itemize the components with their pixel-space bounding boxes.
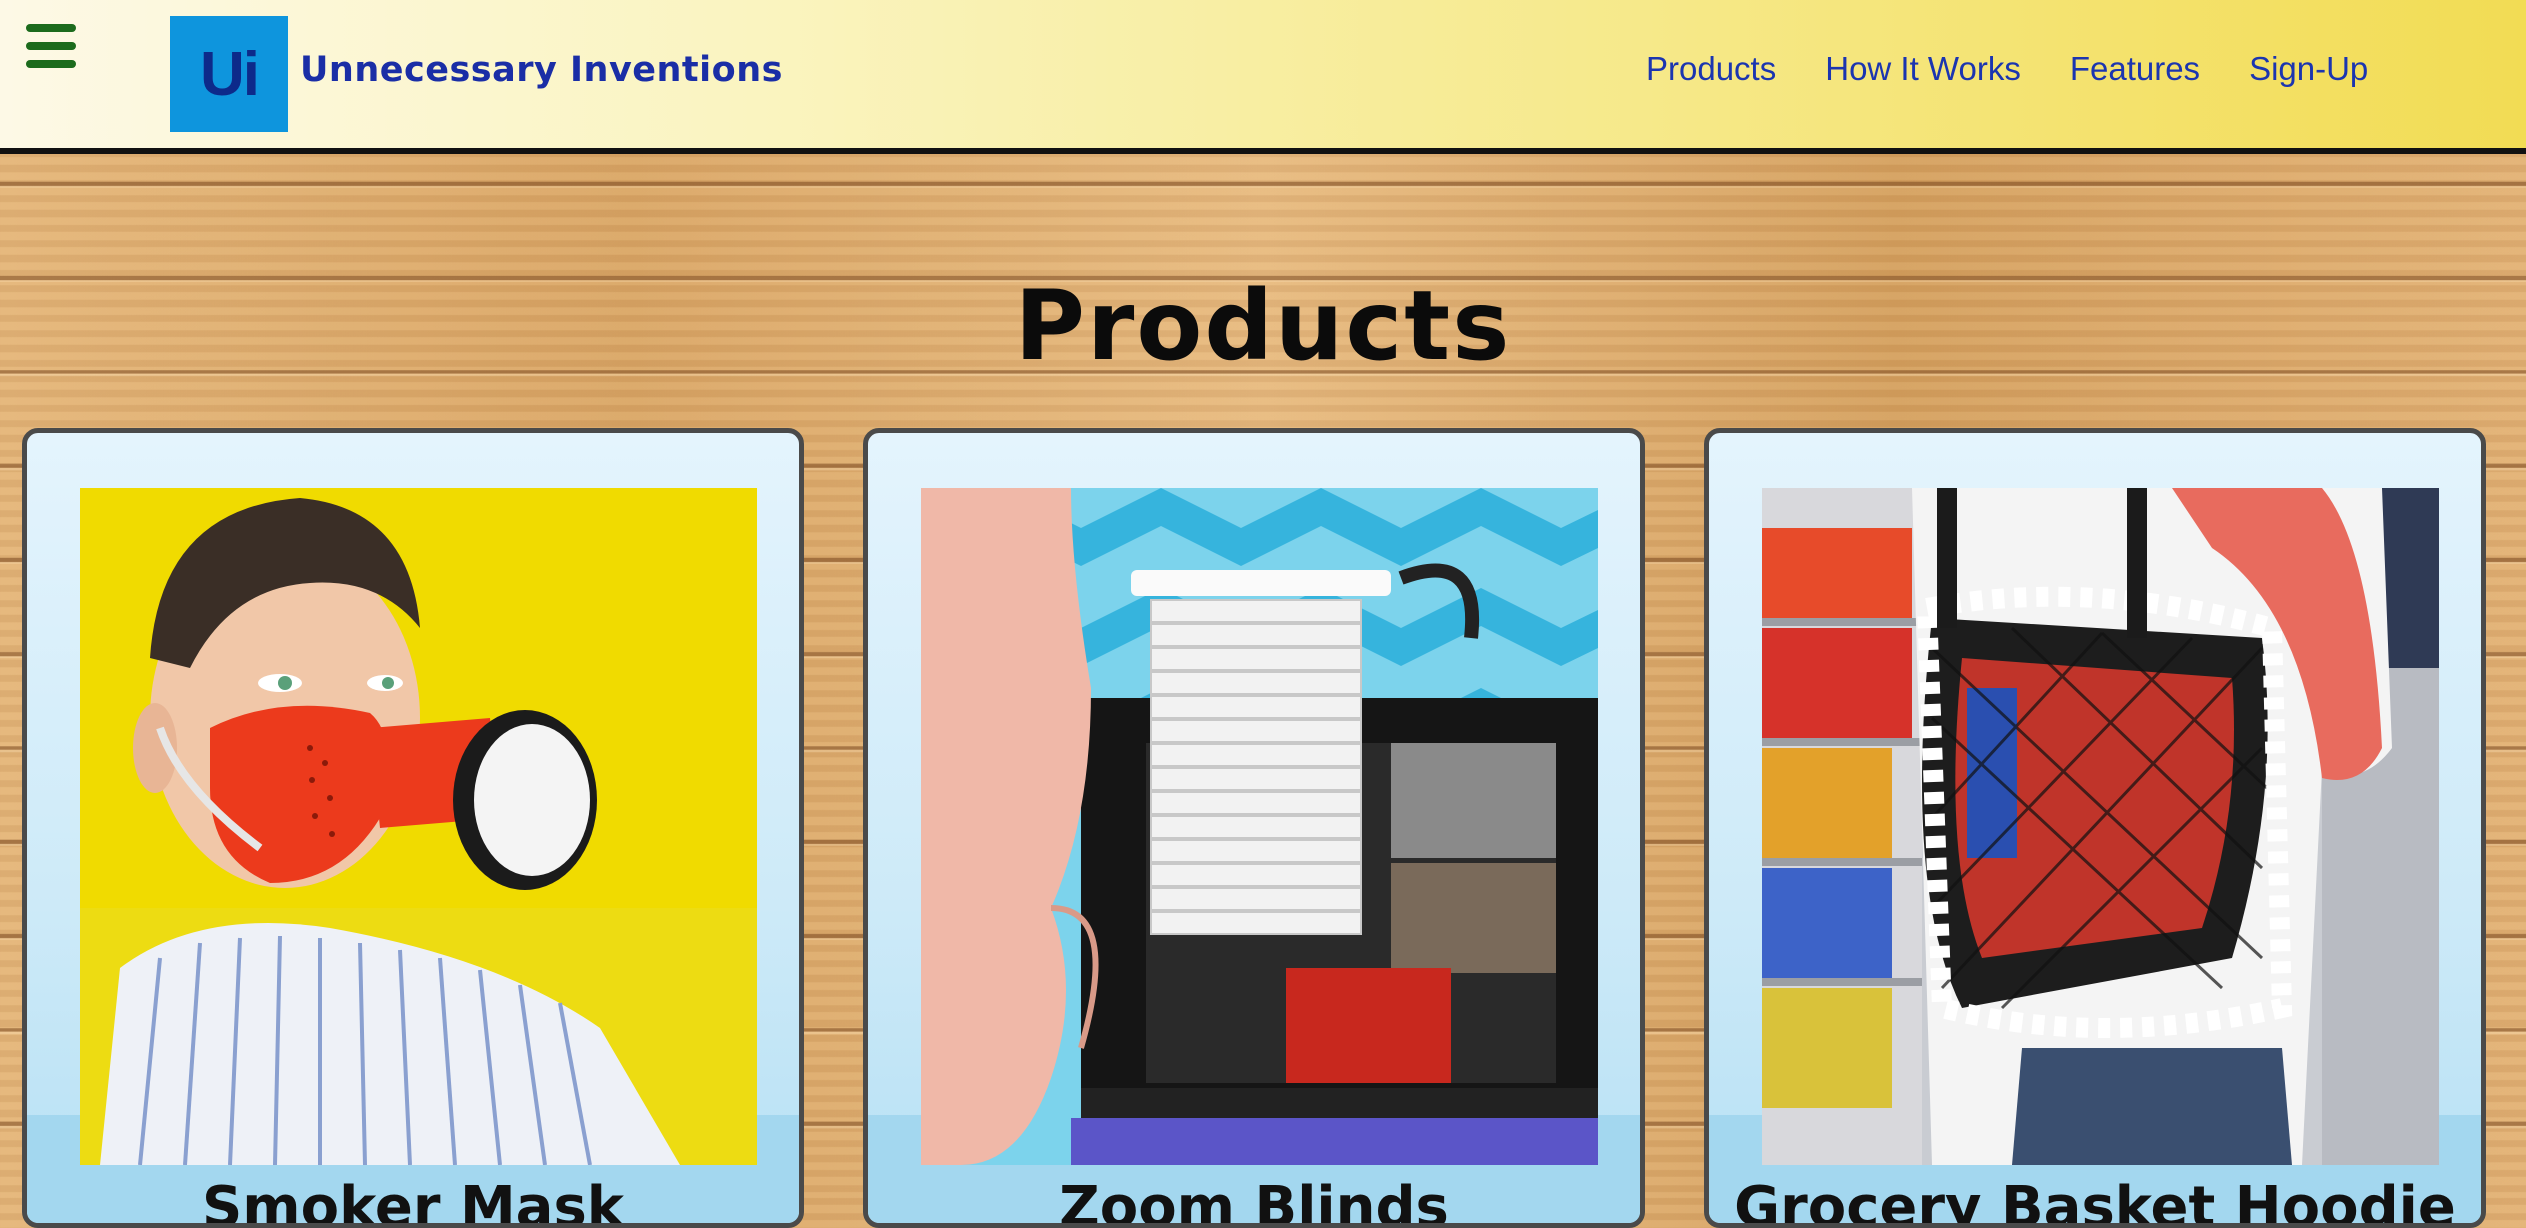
brand-name[interactable]: Unnecessary Inventions — [300, 50, 783, 90]
nav-link-sign-up[interactable]: Sign-Up — [2249, 50, 2368, 88]
product-card-grocery-basket-hoodie[interactable]: Grocery Basket Hoodie — [1704, 428, 2486, 1228]
main-nav: Products How It Works Features Sign-Up — [1646, 50, 2417, 88]
product-card-zoom-blinds[interactable]: Zoom Blinds — [863, 428, 1645, 1228]
product-image-zoom-blinds[interactable] — [921, 488, 1598, 1165]
nav-link-features[interactable]: Features — [2070, 50, 2200, 88]
product-image-smoker-mask[interactable] — [80, 488, 757, 1165]
hamburger-menu-icon[interactable] — [26, 24, 76, 68]
nav-link-products[interactable]: Products — [1646, 50, 1776, 88]
product-title: Smoker Mask — [201, 1175, 625, 1228]
site-header: Ui Unnecessary Inventions Products How I… — [0, 0, 2526, 154]
product-title: Zoom Blinds — [1059, 1175, 1449, 1228]
product-card-smoker-mask[interactable]: Smoker Mask — [22, 428, 804, 1228]
products-heading: Products — [1014, 270, 1512, 382]
product-title: Grocery Basket Hoodie — [1734, 1175, 2456, 1228]
product-image-grocery-basket-hoodie[interactable] — [1762, 488, 2439, 1165]
logo-text: Ui — [200, 39, 260, 109]
logo[interactable]: Ui — [170, 16, 288, 132]
nav-link-how-it-works[interactable]: How It Works — [1825, 50, 2021, 88]
